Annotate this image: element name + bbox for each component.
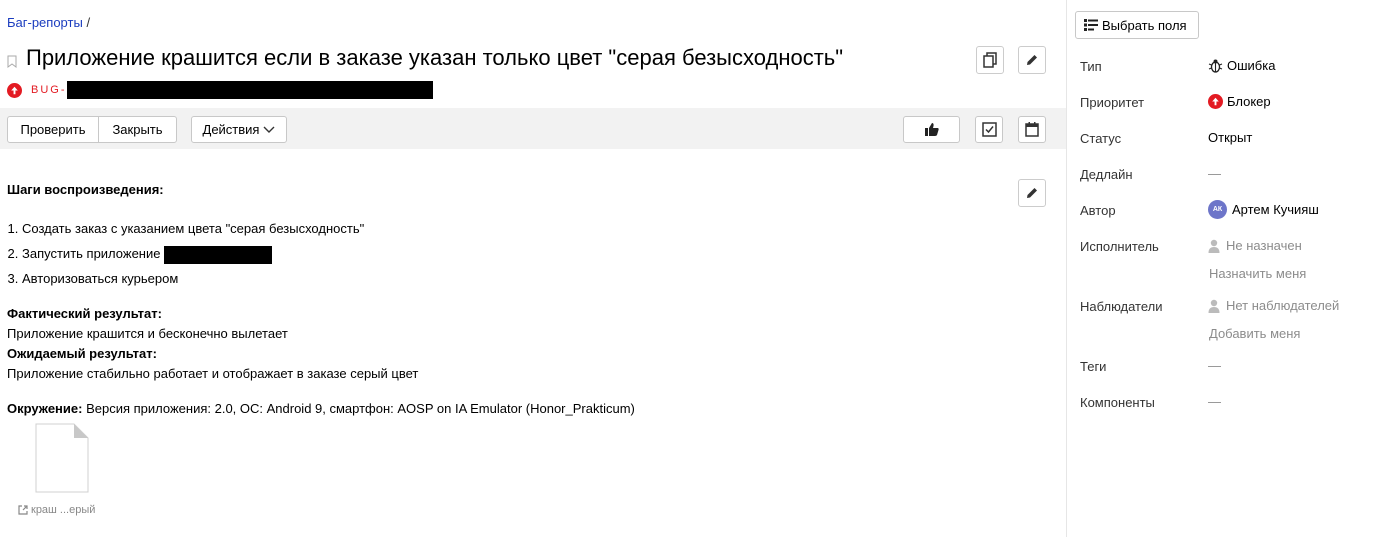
issue-key[interactable]: BUG- xyxy=(31,84,67,96)
calendar-button[interactable] xyxy=(1018,116,1046,143)
expected-heading: Ожидаемый результат: xyxy=(7,346,157,361)
field-status-value[interactable]: Открыт xyxy=(1208,130,1252,145)
add-me-link[interactable]: Добавить меня xyxy=(1209,326,1300,341)
steps-heading: Шаги воспроизведения: xyxy=(7,182,164,197)
assign-me-link[interactable]: Назначить меня xyxy=(1209,266,1306,281)
redacted-app-name xyxy=(164,245,273,264)
page-title: Приложение крашится если в заказе указан… xyxy=(26,45,844,70)
list-item: Запустить приложение xyxy=(22,241,1007,266)
action-toolbar: Проверить Закрыть Действия xyxy=(0,108,1066,149)
vote-button[interactable] xyxy=(903,116,960,143)
file-icon xyxy=(35,423,89,493)
user-icon xyxy=(1208,299,1220,313)
field-followers-label: Наблюдатели xyxy=(1080,299,1163,314)
checklist-button[interactable] xyxy=(975,116,1003,143)
field-type-value[interactable]: Ошибка xyxy=(1208,58,1275,73)
field-followers-value[interactable]: Нет наблюдателей xyxy=(1208,298,1339,313)
copy-icon xyxy=(983,52,997,68)
select-fields-label: Выбрать поля xyxy=(1102,17,1187,33)
list-item: Авторизоваться курьером xyxy=(22,266,1007,291)
calendar-icon xyxy=(1025,122,1039,137)
breadcrumb-queue-link[interactable]: Баг-репорты xyxy=(7,15,83,30)
field-author-label: Автор xyxy=(1080,203,1116,218)
field-priority-label: Приоритет xyxy=(1080,95,1145,110)
bug-icon xyxy=(1208,59,1223,73)
redacted-issue-number xyxy=(66,81,433,99)
avatar: АК xyxy=(1208,200,1227,219)
field-tags-label: Теги xyxy=(1080,359,1107,374)
pencil-icon xyxy=(1027,188,1037,198)
field-components-value[interactable]: — xyxy=(1208,394,1221,409)
copy-button[interactable] xyxy=(976,46,1004,74)
checkbox-icon xyxy=(981,122,997,137)
issue-description: Шаги воспроизведения: Создать заказ с ук… xyxy=(7,180,1007,419)
field-priority-value[interactable]: Блокер xyxy=(1208,94,1271,109)
environment-line: Окружение: Версия приложения: 2.0, ОС: A… xyxy=(7,399,1007,419)
issue-sidebar: Выбрать поля Тип Ошибка Приоритет Блокер… xyxy=(1066,0,1381,537)
field-components-label: Компоненты xyxy=(1080,395,1155,410)
environment-heading: Окружение: xyxy=(7,401,83,416)
field-author-value[interactable]: АК Артем Кучияш xyxy=(1208,200,1319,219)
edit-description-button[interactable] xyxy=(1018,179,1046,207)
breadcrumb: Баг-репорты / xyxy=(7,15,90,30)
bookmark-icon[interactable] xyxy=(7,55,17,68)
actions-label: Действия xyxy=(202,122,260,137)
expected-text: Приложение стабильно работает и отобража… xyxy=(7,366,419,381)
field-status-label: Статус xyxy=(1080,131,1122,146)
check-button[interactable]: Проверить xyxy=(7,116,99,143)
field-deadline-label: Дедлайн xyxy=(1080,167,1133,182)
breadcrumb-separator: / xyxy=(86,15,91,30)
list-item: Создать заказ с указанием цвета "серая б… xyxy=(22,216,1007,241)
user-icon xyxy=(1208,239,1220,253)
actual-text: Приложение крашится и бесконечно вылетае… xyxy=(7,326,288,341)
steps-list: Создать заказ с указанием цвета "серая б… xyxy=(22,216,1007,291)
title-row: Приложение крашится если в заказе указан… xyxy=(7,44,843,72)
field-type-label: Тип xyxy=(1080,59,1102,74)
external-link-icon xyxy=(18,505,28,515)
actual-heading: Фактический результат: xyxy=(7,306,162,321)
fields-icon xyxy=(1084,19,1098,31)
close-button[interactable]: Закрыть xyxy=(98,116,177,143)
field-assignee-value[interactable]: Не назначен xyxy=(1208,238,1302,253)
field-assignee-label: Исполнитель xyxy=(1080,239,1159,254)
actions-dropdown[interactable]: Действия xyxy=(191,116,287,143)
field-tags-value[interactable]: — xyxy=(1208,358,1221,373)
edit-title-button[interactable] xyxy=(1018,46,1046,74)
attachment[interactable]: краш ...ерый xyxy=(18,423,95,516)
thumbs-up-icon xyxy=(924,123,939,136)
priority-blocker-icon xyxy=(1208,94,1223,109)
attachment-name: краш ...ерый xyxy=(31,504,96,516)
attachment-name-row: краш ...ерый xyxy=(18,504,95,516)
issue-key-row: BUG- xyxy=(7,81,433,99)
field-deadline-value[interactable]: — xyxy=(1208,166,1221,181)
chevron-down-icon xyxy=(263,126,275,133)
issue-main-panel: Баг-репорты / Приложение крашится если в… xyxy=(0,0,1066,537)
pencil-icon xyxy=(1027,55,1037,65)
priority-blocker-icon xyxy=(7,82,22,98)
environment-text: Версия приложения: 2.0, ОС: Android 9, с… xyxy=(82,401,635,416)
select-fields-button[interactable]: Выбрать поля xyxy=(1075,11,1199,39)
